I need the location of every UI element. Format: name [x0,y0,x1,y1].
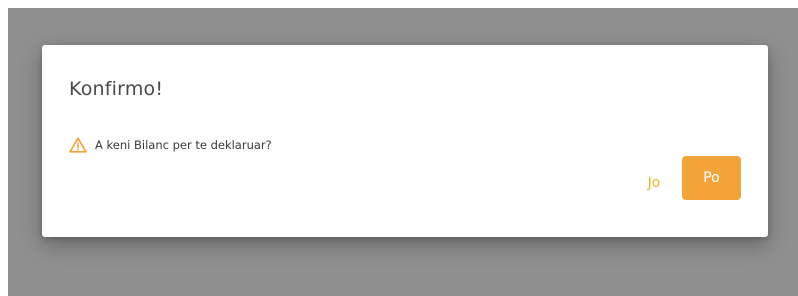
warning-icon [69,137,87,153]
confirm-dialog: Konfirmo! A keni Bilanc per te deklaruar… [42,45,768,237]
dialog-title: Konfirmo! [69,78,164,100]
confirm-button[interactable]: Po [682,156,741,200]
dialog-message: A keni Bilanc per te deklaruar? [95,138,272,152]
dialog-message-row: A keni Bilanc per te deklaruar? [69,137,272,153]
cancel-button[interactable]: Jo [640,161,668,205]
